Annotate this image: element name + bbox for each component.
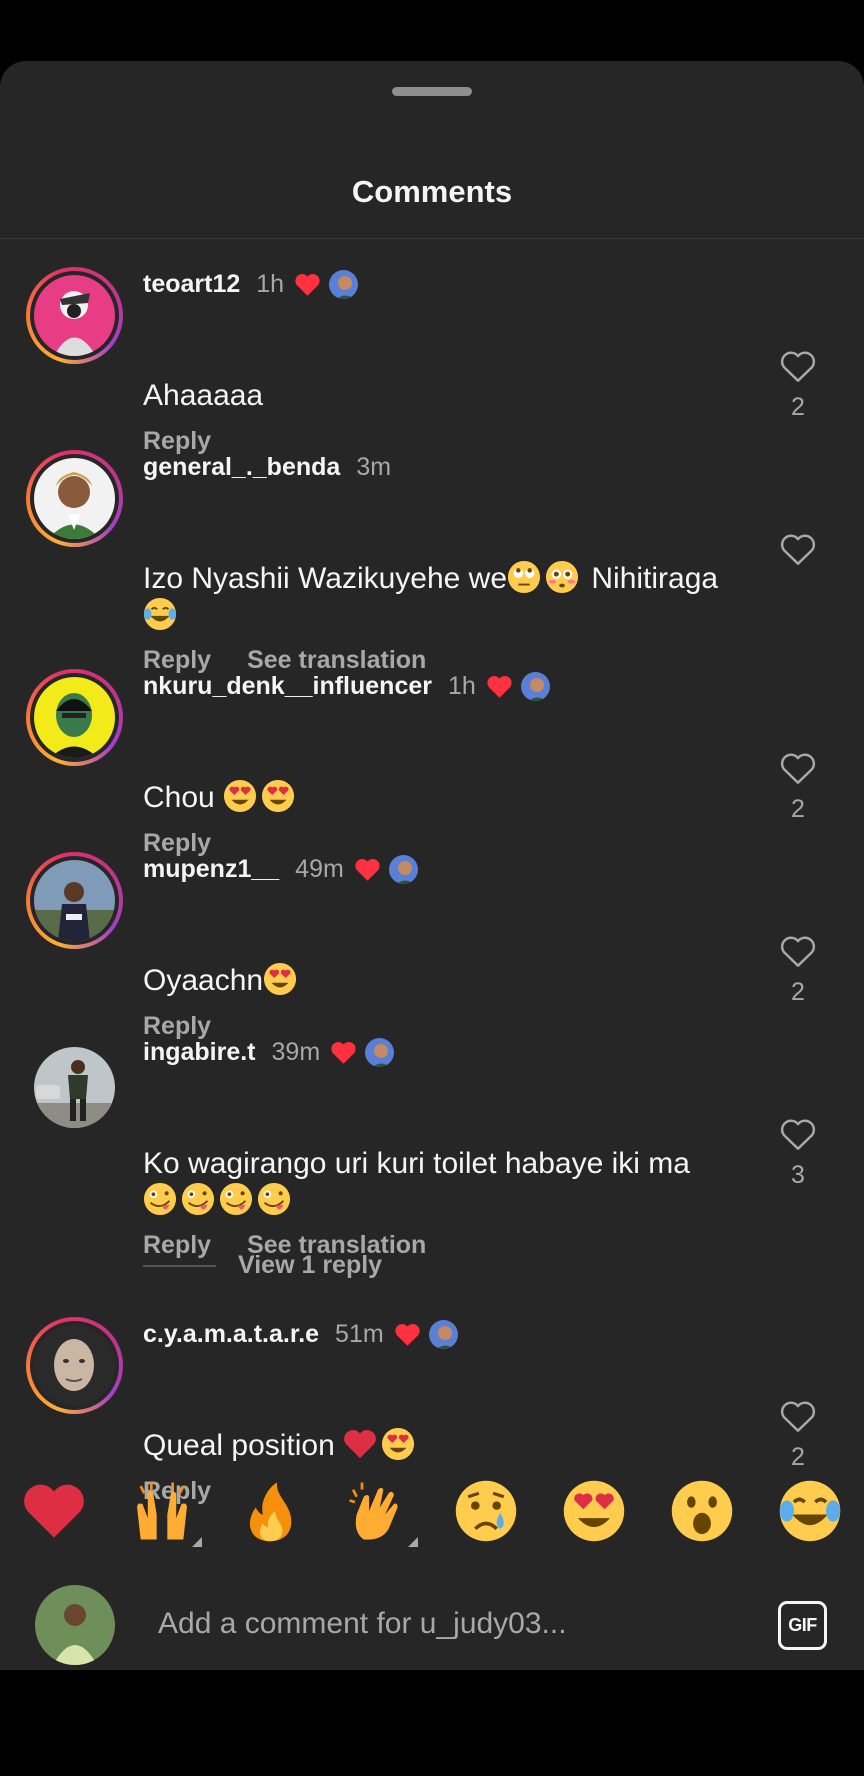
sheet-title: Comments <box>351 174 513 209</box>
comment-text-part: Oyaachn <box>143 964 264 997</box>
comments-sheet: Comments teoart12 1h Ahaaaaa Reply 2 gen… <box>0 61 864 1670</box>
like-button[interactable] <box>770 532 826 576</box>
comment-username[interactable]: mupenz1__ <box>143 855 279 884</box>
like-button[interactable]: 2 <box>770 1399 826 1472</box>
comment-text: Ko wagirango uri kuri toilet habaye iki … <box>143 1145 743 1219</box>
red-heart-icon[interactable] <box>22 1479 86 1543</box>
clapping-hands-button[interactable] <box>346 1479 418 1547</box>
like-button[interactable]: 3 <box>770 1117 826 1190</box>
title-divider <box>0 238 864 239</box>
comment-text: Ahaaaaa <box>143 379 264 412</box>
avatar[interactable] <box>26 1317 123 1414</box>
like-count: 2 <box>791 393 805 421</box>
avatar[interactable] <box>26 669 123 766</box>
face-with-rolling-eyes-icon <box>507 560 541 594</box>
red-heart-icon <box>344 1430 377 1459</box>
author-mini-avatar <box>426 1317 460 1351</box>
author-mini-avatar <box>363 1035 397 1069</box>
comment-username[interactable]: ingabire.t <box>143 1038 256 1067</box>
like-button[interactable]: 2 <box>770 349 826 422</box>
comment-text: Izo Nyashii Wazikuyehe we Nihitiraga <box>143 560 743 634</box>
avatar[interactable] <box>26 267 123 364</box>
quick-reactions-bar <box>0 1479 864 1549</box>
comment-text: Chou <box>143 779 743 816</box>
smiling-face-with-heart-eyes-icon[interactable] <box>562 1479 626 1543</box>
fire-icon[interactable] <box>238 1479 302 1543</box>
comment-composer: Add a comment for u_judy03... GIF <box>0 1573 864 1670</box>
author-mini-avatar <box>327 267 361 301</box>
skin-tone-indicator <box>192 1537 202 1547</box>
like-count: 3 <box>791 1161 805 1189</box>
view-replies-label: View 1 reply <box>238 1251 383 1279</box>
face-with-tears-of-joy-icon[interactable] <box>778 1479 842 1543</box>
comment-time: 51m <box>335 1319 384 1348</box>
heart-outline-icon <box>780 1119 816 1150</box>
view-replies-button[interactable]: View 1 reply <box>143 1251 382 1280</box>
comment-text: Queal position <box>143 1427 743 1464</box>
comment-time: 3m <box>356 452 392 481</box>
zany-face-icon <box>219 1182 253 1216</box>
author-liked-heart-icon <box>487 675 512 698</box>
comment-text-part: Izo Nyashii Wazikuyehe we <box>143 562 508 595</box>
like-count: 2 <box>791 1443 805 1471</box>
smiling-face-with-heart-eyes-icon <box>262 779 295 813</box>
gif-button[interactable]: GIF <box>778 1601 827 1650</box>
comment-username[interactable]: nkuru_denk__influencer <box>143 672 432 701</box>
heart-outline-icon <box>780 1401 816 1432</box>
avatar[interactable] <box>26 852 123 949</box>
like-count: 2 <box>791 795 805 823</box>
comment-text: Oyaachn <box>143 962 743 999</box>
heart-outline-icon <box>780 936 816 967</box>
raising-hands-icon <box>137 1482 187 1540</box>
zany-face-icon <box>143 1182 177 1216</box>
sheet-drag-handle[interactable] <box>392 87 472 96</box>
comment-time: 49m <box>295 854 344 883</box>
smiling-face-with-heart-eyes-icon <box>264 962 297 996</box>
author-liked-heart-icon <box>395 1323 420 1346</box>
author-mini-avatar <box>386 852 420 886</box>
heart-outline-icon <box>780 351 816 382</box>
author-liked-heart-icon <box>355 858 380 881</box>
author-liked-heart-icon <box>295 273 320 296</box>
smiling-face-with-heart-eyes-icon <box>382 1427 415 1461</box>
skin-tone-indicator <box>408 1537 418 1547</box>
comment-time: 1h <box>447 671 476 700</box>
comment-text-part: Nihitiraga <box>583 562 719 595</box>
flushed-face-icon <box>545 560 579 594</box>
heart-outline-icon <box>780 753 816 784</box>
smiling-face-with-heart-eyes-icon <box>224 779 257 813</box>
face-with-tears-of-joy-icon <box>143 597 177 631</box>
face-with-open-mouth-icon[interactable] <box>670 1479 734 1543</box>
comment-username[interactable]: general_._benda <box>143 453 340 482</box>
comment-text-part: Queal position <box>143 1429 344 1462</box>
zany-face-icon <box>181 1182 215 1216</box>
like-count: 2 <box>791 978 805 1006</box>
replies-line <box>143 1264 216 1267</box>
comment-username[interactable]: teoart12 <box>143 270 240 299</box>
current-user-avatar <box>35 1585 115 1665</box>
heart-outline-icon <box>780 534 816 565</box>
comment-input[interactable]: Add a comment for u_judy03... <box>158 1607 567 1641</box>
comment-text-part: Chou <box>143 781 224 814</box>
zany-face-icon <box>257 1182 291 1216</box>
raising-hands-button[interactable] <box>130 1479 202 1547</box>
clapping-hands-icon <box>349 1482 398 1540</box>
avatar[interactable] <box>34 1047 115 1128</box>
avatar[interactable] <box>26 450 123 547</box>
comment-text-part: Ko wagirango uri kuri toilet habaye iki … <box>143 1147 690 1180</box>
author-mini-avatar <box>518 669 552 703</box>
author-liked-heart-icon <box>331 1041 356 1064</box>
comment-time: 39m <box>271 1037 321 1066</box>
like-button[interactable]: 2 <box>770 751 826 824</box>
comment-time: 1h <box>256 269 285 298</box>
crying-face-icon[interactable] <box>454 1479 518 1543</box>
comment-username[interactable]: c.y.a.m.a.t.a.r.e <box>143 1320 319 1349</box>
like-button[interactable]: 2 <box>770 934 826 1007</box>
